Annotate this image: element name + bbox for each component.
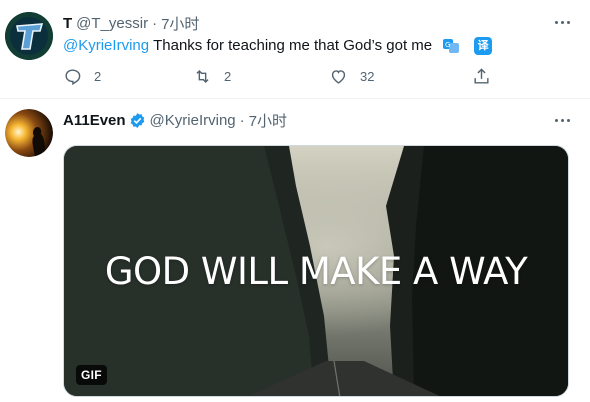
- like-icon: [331, 70, 346, 84]
- tweet-text: Thanks for teaching me that God’s got me: [153, 37, 433, 54]
- separator: ·: [239, 112, 245, 129]
- gif-badge: GIF: [76, 365, 107, 385]
- reply-button[interactable]: 2: [63, 67, 193, 86]
- tweet2-header: A11Even @KyrieIrving · 7小时: [63, 110, 287, 131]
- svg-text:G: G: [445, 41, 450, 49]
- like-count: 32: [360, 69, 375, 84]
- reply-count: 2: [94, 69, 102, 84]
- tweet1-body: @KyrieIrving Thanks for teaching me that…: [63, 36, 493, 56]
- handle[interactable]: @T_yessir: [76, 15, 148, 32]
- mention-link[interactable]: @KyrieIrving: [63, 36, 149, 56]
- display-name[interactable]: A11Even: [63, 112, 126, 129]
- reply-icon: [65, 69, 81, 86]
- retweet-count: 2: [224, 69, 232, 84]
- more-icon[interactable]: [552, 110, 572, 130]
- retweet-icon: [196, 69, 209, 84]
- tweet1-header: T @T_yessir · 7小时: [63, 13, 199, 34]
- timestamp[interactable]: 7小时: [161, 13, 199, 34]
- handle[interactable]: @KyrieIrving: [150, 112, 236, 129]
- like-button[interactable]: 32: [329, 67, 472, 86]
- retweet-button[interactable]: 2: [193, 67, 329, 86]
- gif-media[interactable]: GOD WILL MAKE A WAY GIF: [63, 145, 569, 397]
- share-button[interactable]: [472, 67, 491, 86]
- separator: ·: [152, 15, 158, 32]
- translate-button[interactable]: 译: [474, 37, 493, 55]
- tweet1-actions: 2 2 32: [63, 67, 491, 86]
- gif-caption: GOD WILL MAKE A WAY: [104, 250, 528, 293]
- share-icon: [474, 68, 489, 84]
- avatar-a11even[interactable]: [5, 109, 53, 157]
- translate-icon[interactable]: G: [442, 37, 460, 55]
- more-icon[interactable]: [552, 12, 572, 32]
- avatar-t[interactable]: [5, 12, 53, 60]
- timestamp[interactable]: 7小时: [249, 110, 287, 131]
- tweet-divider: [0, 98, 590, 99]
- display-name[interactable]: T: [63, 15, 72, 32]
- verified-icon: [130, 113, 144, 128]
